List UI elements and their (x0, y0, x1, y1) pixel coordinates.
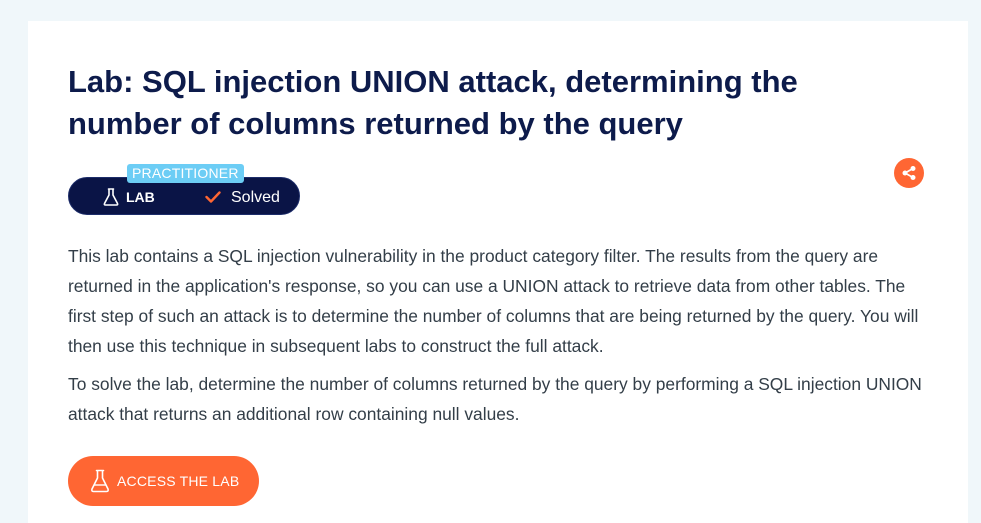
lab-type-label: LAB (126, 189, 155, 205)
description-paragraph: This lab contains a SQL injection vulner… (68, 246, 919, 356)
page-title: Lab: SQL injection UNION attack, determi… (68, 64, 798, 141)
flask-icon (90, 469, 110, 493)
flask-icon (103, 188, 119, 206)
lab-description: This lab contains a SQL injection vulner… (68, 241, 938, 437)
share-icon (902, 166, 916, 180)
status-label: Solved (231, 189, 280, 206)
access-lab-button[interactable]: ACCESS THE LAB (68, 456, 259, 506)
check-icon (205, 191, 221, 203)
access-lab-label: ACCESS THE LAB (117, 473, 240, 489)
lab-card: Lab: SQL injection UNION attack, determi… (28, 21, 968, 523)
description-paragraph: To solve the lab, determine the number o… (68, 374, 922, 424)
share-button[interactable] (894, 158, 924, 188)
lab-badge-group: LAB Solved PRACTITIONER (68, 164, 300, 215)
level-badge: PRACTITIONER (127, 164, 244, 183)
